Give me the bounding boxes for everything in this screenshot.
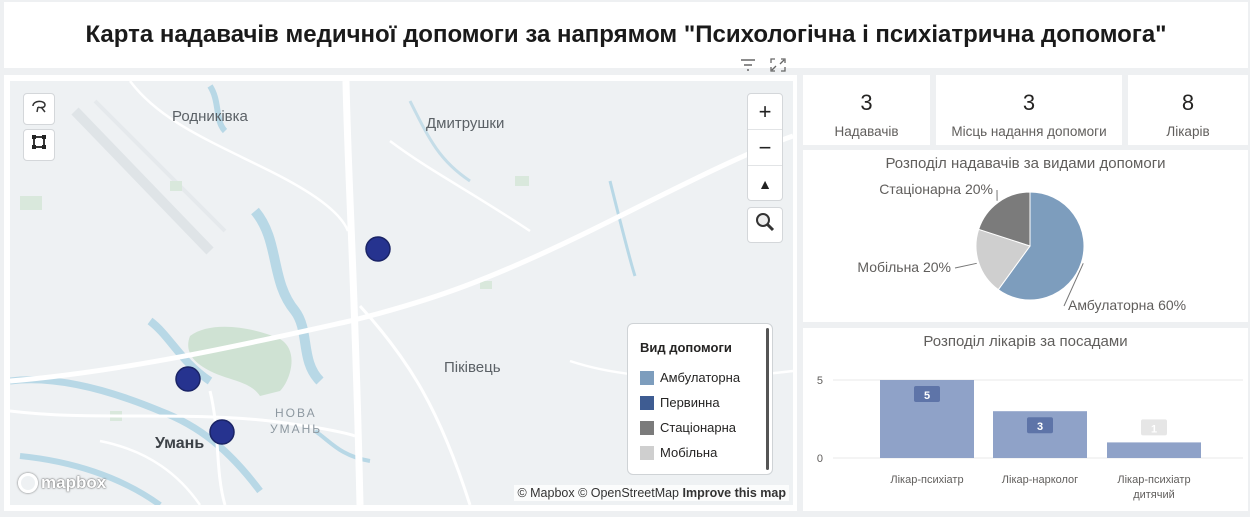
mapbox-logo-text: mapbox — [41, 473, 107, 492]
place-label-uman: Умань — [155, 435, 205, 452]
bar[interactable] — [1107, 442, 1201, 458]
place-label-rodnykivka: Родниківка — [172, 108, 248, 125]
focus-mode-icon[interactable] — [768, 56, 788, 74]
legend-item[interactable]: Мобільна — [640, 440, 772, 465]
mapbox-logo[interactable]: mapbox — [18, 473, 106, 493]
search-icon — [754, 211, 776, 239]
map-attribution: © Mapbox © OpenStreetMap Improve this ma… — [514, 485, 789, 501]
map-legend: Вид допомоги Амбулаторна Первинна Стаціона… — [627, 323, 773, 475]
place-label-uman-district: УМАНЬ — [270, 422, 323, 436]
legend-item[interactable]: Стаціонарна — [640, 415, 772, 440]
card-providers: 3 Надавачів — [803, 75, 930, 145]
pie-slice-label: Мобільна 20% — [857, 259, 951, 275]
bar-category-label: Лікар-нарколог — [1002, 474, 1078, 486]
legend-label: Первинна — [660, 395, 720, 410]
pie-chart-visual: Розподіл надавачів за видами допомоги Ам… — [803, 150, 1248, 322]
map-search-button[interactable] — [747, 207, 783, 243]
rect-select-icon — [30, 133, 48, 157]
rect-select-button[interactable] — [23, 129, 55, 161]
legend-title: Вид допомоги — [640, 340, 732, 355]
bar-chart: 0 5 5 Лікар-психіатр 3 Лікар-нарколог 1 Лікар-п… — [817, 375, 1243, 501]
card-label: Надавачів — [834, 124, 899, 139]
bar-category-label: Лікар-психіатр — [890, 474, 963, 486]
map-marker[interactable] — [175, 366, 201, 392]
pie-chart: Амбулаторна 60% Мобільна 20% Стаціонарна 2… — [857, 181, 1186, 313]
legend-label: Мобільна — [660, 445, 718, 460]
legend-label: Амбулаторна — [660, 370, 741, 385]
lasso-select-button[interactable] — [23, 93, 55, 125]
bar-y-tick: 0 — [817, 453, 823, 465]
zoom-out-button[interactable]: − — [748, 130, 782, 166]
legend-swatch — [640, 395, 654, 410]
pie-slice-label: Амбулаторна 60% — [1068, 297, 1186, 313]
legend-item[interactable]: Амбулаторна — [640, 365, 772, 390]
bar-value-label: 1 — [1151, 423, 1157, 435]
card-label: Лікарів — [1166, 124, 1210, 139]
bar-value-label: 3 — [1037, 421, 1043, 433]
attribution-text[interactable]: © Mapbox © OpenStreetMap — [517, 486, 679, 500]
legend-scrollbar[interactable] — [766, 328, 769, 470]
place-label-nova: НОВА — [275, 406, 317, 420]
map-canvas[interactable]: Родниківка Дмитрушки Піківець Умань НОВА… — [10, 81, 793, 505]
map-marker[interactable] — [365, 236, 391, 262]
map-visual: Родниківка Дмитрушки Піківець Умань НОВА… — [4, 75, 797, 511]
title-panel: Карта надавачів медичної допомоги за нап… — [4, 2, 1248, 68]
bar-y-tick: 5 — [817, 375, 823, 387]
card-label: Місць надання допомоги — [951, 124, 1107, 139]
bar-category-label: Лікар-психіатр дитячий — [1117, 474, 1190, 501]
place-label-pikivets: Піківець — [444, 359, 501, 376]
card-locations: 3 Місць надання допомоги — [936, 75, 1122, 145]
pie-leader-line — [954, 262, 977, 269]
bar-chart-visual: Розподіл лікарів за посадами 0 5 5 Лікар-пс… — [803, 328, 1248, 511]
legend-swatch — [640, 420, 654, 435]
filter-icon[interactable] — [738, 56, 758, 74]
lasso-icon — [30, 97, 48, 121]
card-doctors: 8 Лікарів — [1128, 75, 1248, 145]
map-marker[interactable] — [209, 419, 235, 445]
compass-button[interactable]: ▲ — [748, 166, 782, 202]
legend-items: Амбулаторна Первинна Стаціонарна Мобільна — [640, 365, 772, 465]
page-title: Карта надавачів медичної допомоги за нап… — [85, 21, 1167, 48]
bar-value-label: 5 — [924, 390, 930, 402]
visual-header — [738, 55, 798, 75]
mapbox-logo-icon — [18, 473, 38, 493]
improve-map-link[interactable]: Improve this map — [683, 486, 787, 500]
place-label-dmytrushky: Дмитрушки — [426, 115, 505, 132]
card-value: 8 — [1181, 90, 1195, 115]
legend-label: Стаціонарна — [660, 420, 737, 435]
legend-swatch — [640, 445, 654, 460]
zoom-in-button[interactable]: + — [748, 94, 782, 130]
card-value: 3 — [860, 90, 873, 115]
legend-swatch — [640, 370, 654, 385]
card-value: 3 — [1022, 90, 1036, 115]
legend-item[interactable]: Первинна — [640, 390, 772, 415]
zoom-controls: + − ▲ — [747, 93, 783, 201]
pie-slice-label: Стаціонарна 20% — [879, 181, 993, 197]
